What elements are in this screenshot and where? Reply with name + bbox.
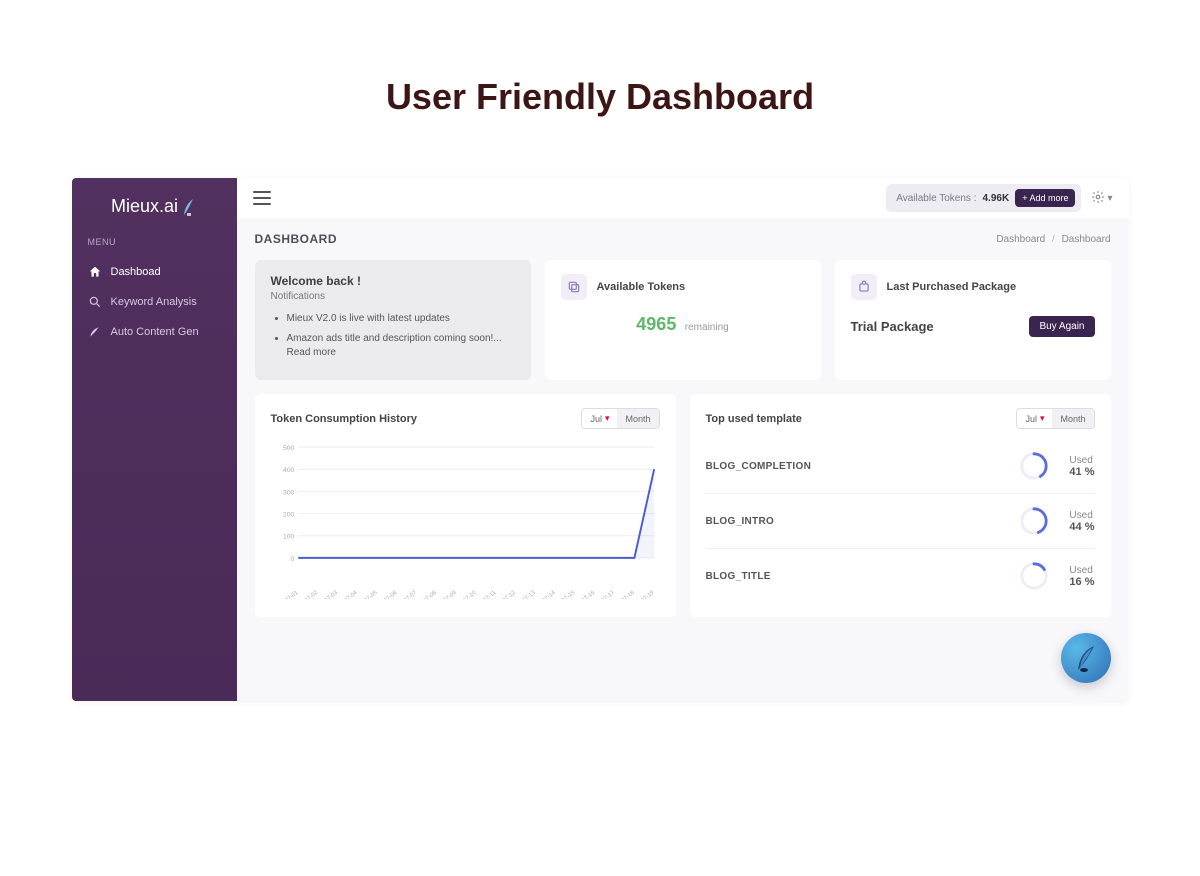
history-title: Token Consumption History — [271, 413, 417, 425]
sidebar-item-label: Keyword Analysis — [111, 296, 197, 308]
tokens-card: Available Tokens 4965 remaining — [545, 260, 821, 380]
package-card: Last Purchased Package Trial Package Buy… — [835, 260, 1111, 380]
sidebar-item-label: Dashboad — [111, 266, 161, 278]
sidebar-item-dashboard[interactable]: Dashboad — [72, 257, 237, 287]
read-more-link[interactable]: Read more — [287, 347, 336, 358]
breadcrumb: Dashboard / Dashboard — [996, 234, 1110, 245]
token-pill: Available Tokens : 4.96K + Add more — [886, 184, 1081, 212]
progress-ring — [1019, 506, 1049, 536]
tokens-value: 4.96K — [983, 193, 1010, 204]
templates-card: Top used template Jul ▾ Month BLOG_COMPL… — [690, 394, 1111, 617]
period-toggle: Jul ▾ Month — [1016, 408, 1094, 429]
template-name: BLOG_COMPLETION — [706, 461, 1020, 472]
feather-icon — [88, 325, 102, 339]
svg-text:100: 100 — [282, 534, 294, 541]
notification-item: Amazon ads title and description coming … — [287, 332, 515, 360]
home-icon — [88, 265, 102, 279]
settings-menu[interactable]: ▾ — [1091, 190, 1112, 207]
feather-icon — [181, 197, 197, 217]
menu-label: MENU — [72, 237, 237, 247]
notification-item: Mieux V2.0 is live with latest updates — [287, 312, 515, 326]
svg-text:400: 400 — [282, 467, 294, 474]
template-name: BLOG_INTRO — [706, 516, 1020, 527]
used-pct: 41 % — [1069, 466, 1094, 478]
svg-text:2022-07-01: 2022-07-01 — [272, 590, 299, 599]
copy-icon — [561, 274, 587, 300]
breadcrumb-item: Dashboard — [1062, 234, 1111, 245]
package-name: Trial Package — [851, 319, 934, 334]
logo-text: Mieux.ai — [111, 196, 178, 217]
main-area: Available Tokens : 4.96K + Add more ▾ DA… — [237, 178, 1129, 701]
period-jul-button[interactable]: Jul ▾ — [582, 409, 617, 428]
template-row: BLOG_COMPLETION Used 41 % — [706, 439, 1095, 494]
breadcrumb-sep: / — [1052, 234, 1055, 245]
package-card-title: Last Purchased Package — [887, 281, 1017, 293]
used-label: Used — [1069, 510, 1094, 521]
svg-text:300: 300 — [282, 489, 294, 496]
fab-button[interactable] — [1061, 633, 1111, 683]
buy-again-button[interactable]: Buy Again — [1029, 316, 1094, 337]
topbar: Available Tokens : 4.96K + Add more ▾ — [237, 178, 1129, 218]
page-heading: User Friendly Dashboard — [0, 76, 1200, 118]
add-more-button[interactable]: + Add more — [1015, 189, 1075, 207]
used-pct: 16 % — [1069, 576, 1094, 588]
used-pct: 44 % — [1069, 521, 1094, 533]
templates-title: Top used template — [706, 413, 802, 425]
app-window: Mieux.ai MENU Dashboad Keyword Analysis … — [72, 178, 1129, 701]
chevron-down-icon: ▾ — [1107, 193, 1112, 204]
welcome-title: Welcome back ! — [271, 274, 515, 288]
period-toggle: Jul ▾ Month — [581, 408, 659, 429]
period-month-button[interactable]: Month — [1052, 409, 1093, 428]
tokens-count: 4965 — [636, 314, 676, 334]
search-icon — [88, 295, 102, 309]
tokens-sub: remaining — [685, 322, 729, 333]
welcome-card: Welcome back ! Notifications Mieux V2.0 … — [255, 260, 531, 380]
content: DASHBOARD Dashboard / Dashboard Welcome … — [237, 218, 1129, 701]
svg-text:0: 0 — [290, 556, 294, 563]
progress-ring — [1019, 561, 1049, 591]
template-name: BLOG_TITLE — [706, 571, 1020, 582]
template-row: BLOG_INTRO Used 44 % — [706, 494, 1095, 549]
hamburger-icon[interactable] — [253, 191, 271, 205]
gear-icon — [1091, 190, 1105, 207]
history-card: Token Consumption History Jul ▾ Month 0 1… — [255, 394, 676, 617]
tokens-card-title: Available Tokens — [597, 281, 686, 293]
period-jul-button[interactable]: Jul ▾ — [1017, 409, 1052, 428]
breadcrumb-item[interactable]: Dashboard — [996, 234, 1045, 245]
period-month-button[interactable]: Month — [617, 409, 658, 428]
used-label: Used — [1069, 455, 1094, 466]
progress-ring — [1019, 451, 1049, 481]
chevron-down-icon: ▾ — [605, 413, 610, 424]
sidebar-item-content-gen[interactable]: Auto Content Gen — [72, 317, 237, 347]
used-label: Used — [1069, 565, 1094, 576]
sidebar: Mieux.ai MENU Dashboad Keyword Analysis … — [72, 178, 237, 701]
line-chart: 01002003004005002022-07-012022-07-022022… — [271, 439, 660, 599]
feather-icon — [1072, 642, 1100, 674]
chevron-down-icon: ▾ — [1040, 413, 1045, 424]
template-row: BLOG_TITLE Used 16 % — [706, 549, 1095, 603]
svg-text:200: 200 — [282, 511, 294, 518]
sidebar-item-label: Auto Content Gen — [111, 326, 199, 338]
page-title: DASHBOARD — [255, 232, 338, 246]
package-icon — [851, 274, 877, 300]
svg-text:500: 500 — [282, 445, 294, 452]
welcome-subtitle: Notifications — [271, 291, 515, 302]
logo: Mieux.ai — [72, 196, 237, 237]
tokens-label: Available Tokens : — [896, 193, 976, 204]
sidebar-item-keyword[interactable]: Keyword Analysis — [72, 287, 237, 317]
